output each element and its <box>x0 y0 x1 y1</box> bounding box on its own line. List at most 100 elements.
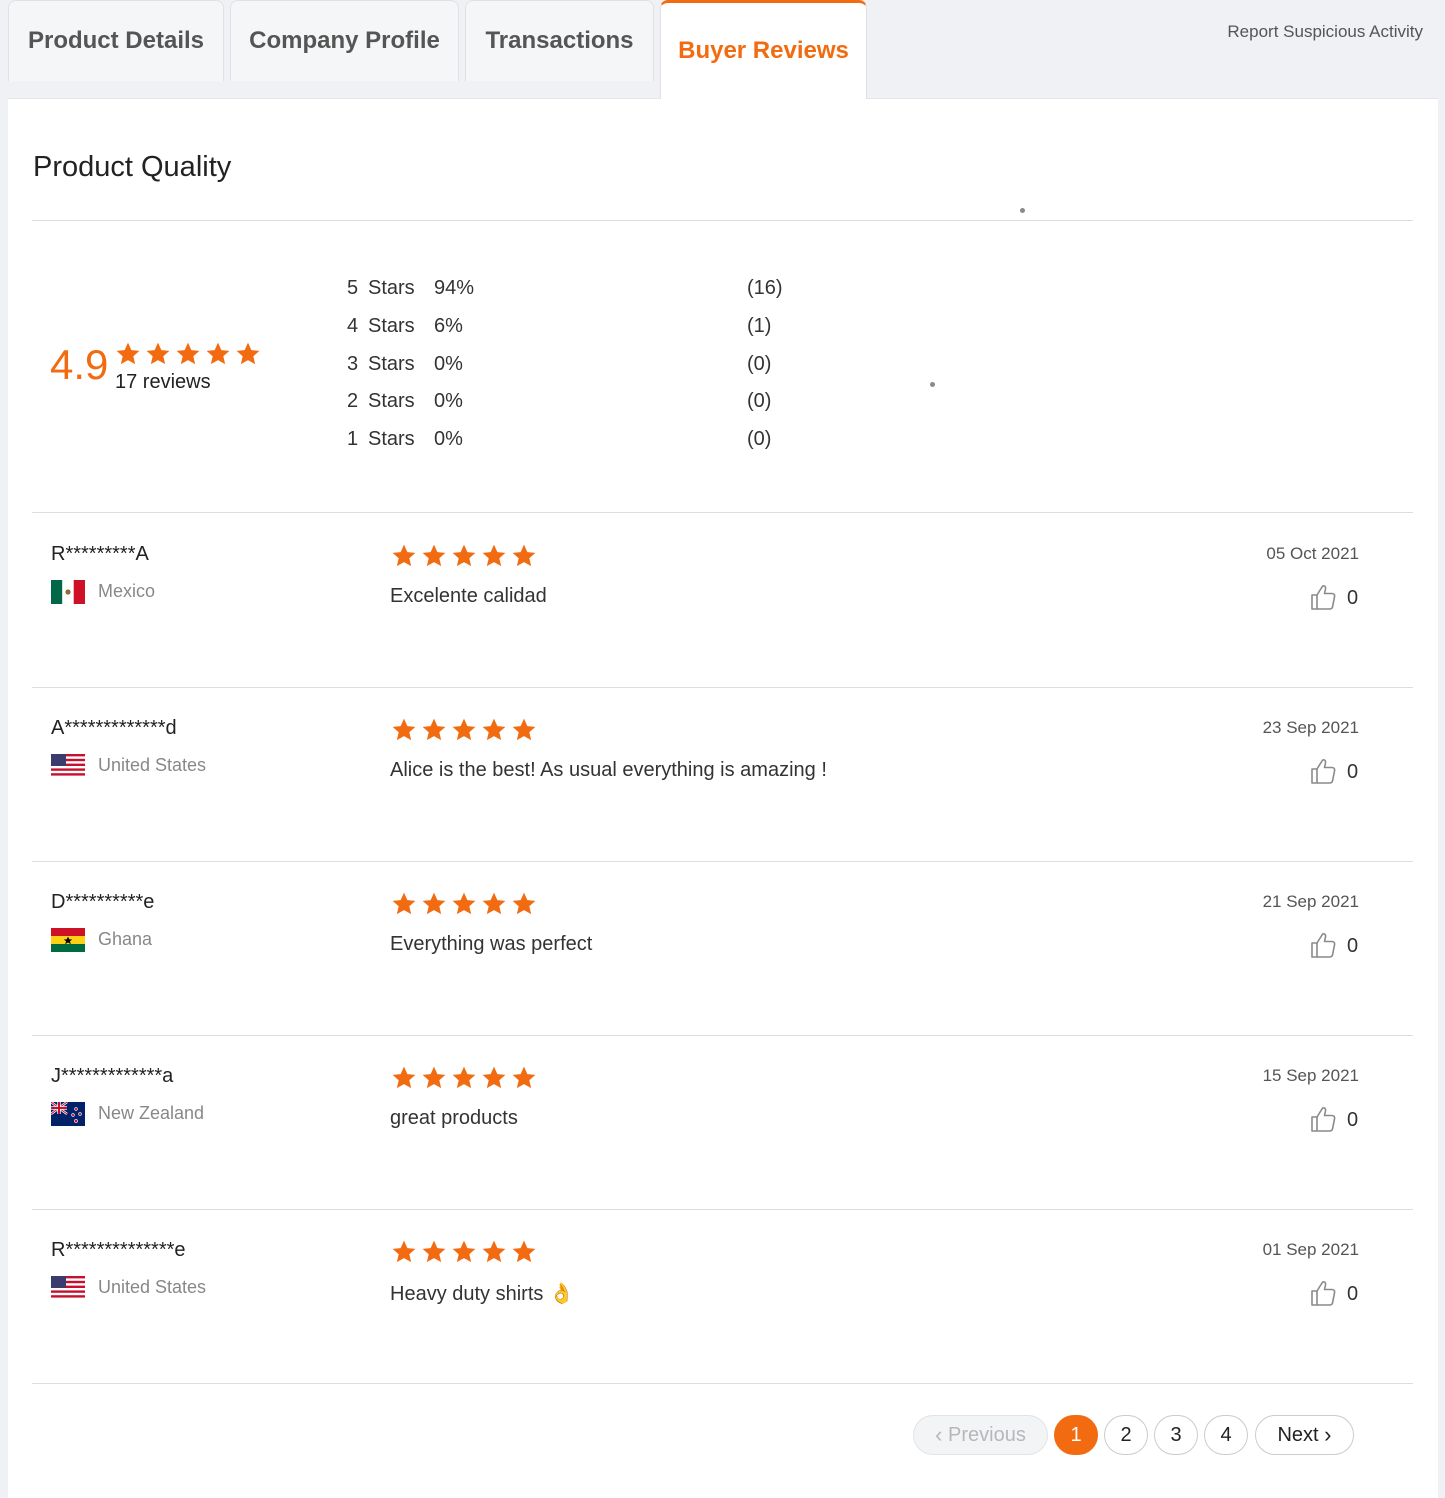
star-icon <box>234 341 262 367</box>
reviews-panel: Product Quality 4.9 17 reviews 5 Stars 9… <box>8 98 1438 1498</box>
star-icon <box>450 543 478 569</box>
decorative-dot <box>1020 208 1025 213</box>
star-icon <box>480 1239 508 1265</box>
divider <box>32 220 1413 221</box>
review-star-rating <box>390 1239 538 1265</box>
star-icon <box>390 1239 418 1265</box>
like-count: 0 <box>1347 935 1359 957</box>
star-icon <box>510 1065 538 1091</box>
page-button-3[interactable]: 3 <box>1154 1415 1198 1455</box>
star-percent: 0% <box>434 428 463 450</box>
page-button-2[interactable]: 2 <box>1104 1415 1148 1455</box>
star-percent: 0% <box>434 353 463 375</box>
star-label: Stars <box>368 390 415 412</box>
star-percent: 6% <box>434 315 463 337</box>
star-icon <box>420 1239 448 1265</box>
review-item: R*********A Mexico Excelente calidad 05 … <box>32 513 1413 687</box>
review-date: 15 Sep 2021 <box>1262 1066 1359 1085</box>
tab-company-profile[interactable]: Company Profile <box>230 0 459 81</box>
review-text: great products <box>390 1107 518 1129</box>
review-star-rating <box>390 891 538 917</box>
star-percent: 94% <box>434 277 475 299</box>
star-icon <box>174 341 202 367</box>
star-icon <box>390 1065 418 1091</box>
star-icon <box>450 717 478 743</box>
ghana-flag-icon <box>51 928 85 952</box>
star-icon <box>204 341 232 367</box>
star-label: Stars <box>368 277 415 299</box>
star-level: 4 <box>347 315 359 337</box>
star-count: (0) <box>747 353 772 375</box>
reviewer-country: United States <box>98 1277 207 1297</box>
star-icon <box>450 1239 478 1265</box>
usa-flag-icon <box>51 1276 85 1300</box>
thumbs-up-icon[interactable] <box>1310 1105 1336 1133</box>
review-item: A*************d United States Alice is t… <box>32 687 1413 861</box>
star-icon <box>450 891 478 917</box>
next-page-button[interactable]: Next › <box>1255 1415 1354 1455</box>
thumbs-up-icon[interactable] <box>1310 583 1336 611</box>
reviewer-country: New Zealand <box>98 1103 205 1123</box>
star-icon <box>420 1065 448 1091</box>
star-percent: 0% <box>434 390 463 412</box>
usa-flag-icon <box>51 754 85 778</box>
tab-transactions[interactable]: Transactions <box>465 0 654 81</box>
review-text: Alice is the best! As usual everything i… <box>390 759 827 781</box>
page-button-4[interactable]: 4 <box>1204 1415 1248 1455</box>
page-button-1[interactable]: 1 <box>1054 1415 1098 1455</box>
reviewer-name: R**************e <box>51 1239 186 1261</box>
reviewer-country: Mexico <box>98 581 156 601</box>
star-icon <box>390 543 418 569</box>
star-icon <box>144 341 172 367</box>
star-icon <box>114 341 142 367</box>
review-count: 17 reviews <box>115 371 211 393</box>
previous-page-button[interactable]: ‹ Previous <box>913 1415 1048 1455</box>
star-count: (0) <box>747 390 772 412</box>
thumbs-up-icon[interactable] <box>1310 757 1336 785</box>
reviewer-name: J*************a <box>51 1065 174 1087</box>
star-icon <box>480 891 508 917</box>
star-icon <box>390 891 418 917</box>
review-date: 01 Sep 2021 <box>1262 1240 1359 1259</box>
reviewer-name: A*************d <box>51 717 177 739</box>
review-text: Heavy duty shirts 👌 <box>390 1283 574 1305</box>
decorative-dot <box>930 382 935 387</box>
report-suspicious-activity-link[interactable]: Report Suspicious Activity <box>1227 22 1423 42</box>
like-count: 0 <box>1347 761 1359 783</box>
like-count: 0 <box>1347 1109 1359 1131</box>
next-label: Next <box>1277 1423 1319 1446</box>
review-text: Excelente calidad <box>390 585 547 607</box>
divider <box>32 1383 1413 1384</box>
page-title: Product Quality <box>33 151 232 183</box>
tab-buyer-reviews[interactable]: Buyer Reviews <box>660 0 867 99</box>
tab-product-details[interactable]: Product Details <box>8 0 224 81</box>
summary-star-rating <box>114 341 262 367</box>
star-level: 1 <box>347 428 359 450</box>
review-item: J*************a New Zealand great produc… <box>32 1035 1413 1209</box>
star-icon <box>510 543 538 569</box>
star-label: Stars <box>368 315 415 337</box>
star-level: 2 <box>347 390 359 412</box>
review-star-rating <box>390 717 538 743</box>
star-label: Stars <box>368 353 415 375</box>
reviewer-name: D**********e <box>51 891 155 913</box>
review-text: Everything was perfect <box>390 933 593 955</box>
thumbs-up-icon[interactable] <box>1310 1279 1336 1307</box>
pagination: ‹ Previous 1 2 3 4 Next › <box>8 1415 1438 1457</box>
mexico-flag-icon <box>51 580 85 604</box>
review-date: 05 Oct 2021 <box>1266 544 1359 563</box>
average-score: 4.9 <box>50 341 109 388</box>
star-icon <box>480 543 508 569</box>
review-item: R**************e United States Heavy dut… <box>32 1209 1413 1383</box>
star-icon <box>480 1065 508 1091</box>
review-item: D**********e Ghana Everything was perfec… <box>32 861 1413 1035</box>
star-icon <box>510 891 538 917</box>
star-icon <box>420 717 448 743</box>
star-icon <box>450 1065 478 1091</box>
star-count: (16) <box>747 277 783 299</box>
thumbs-up-icon[interactable] <box>1310 931 1336 959</box>
star-level: 5 <box>347 277 359 299</box>
like-count: 0 <box>1347 587 1359 609</box>
reviewer-name: R*********A <box>51 543 149 565</box>
star-icon <box>420 543 448 569</box>
